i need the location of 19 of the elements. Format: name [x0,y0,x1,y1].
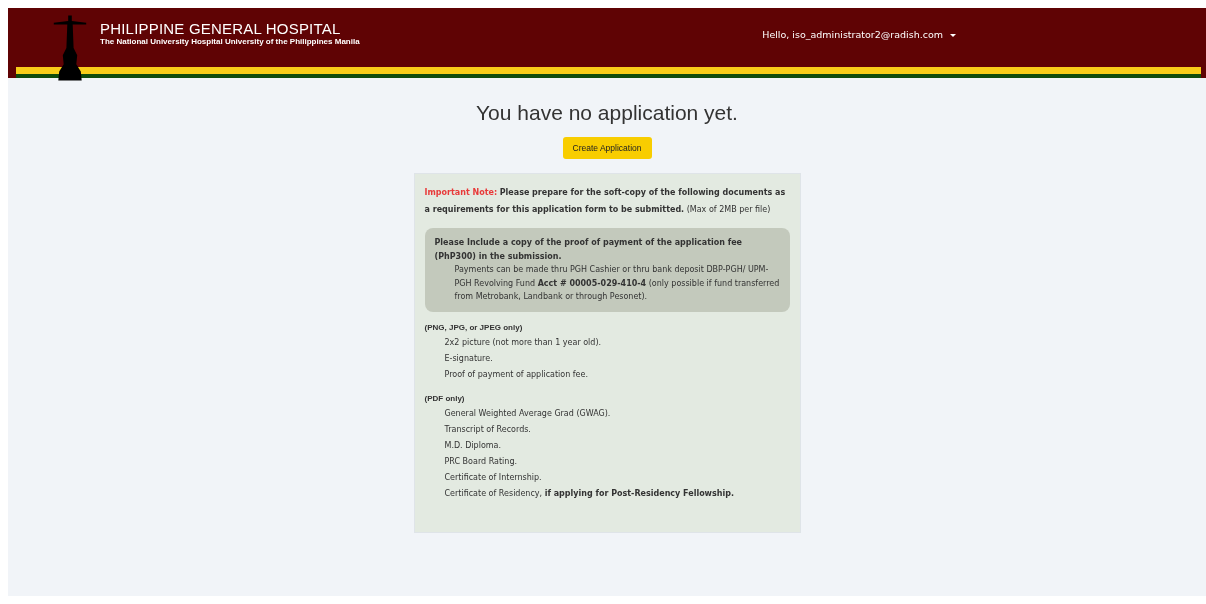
document-item: Certificate of Internship. [443,471,543,484]
document-item: 2x2 picture (not more than 1 year old). [443,336,603,349]
create-application-button[interactable]: Create Application [562,137,652,159]
document-item: Proof of payment of application fee. [443,368,589,381]
empty-state-heading: You have no application yet. [476,101,738,125]
document-item: Transcript of Records. [443,423,532,436]
payment-detail: Payments can be made thru PGH Cashier or thru bank deposit DBP-PGH/ UPM-PGH Revolving Fund Acct # 00005-029-410-4 (only possible if fund transferred from Metrobank, Landbank or through Pesonet). [453,264,780,303]
document-item: General Weighted Average Grad (GWAG). [443,407,612,420]
file-type-heading: (PNG, JPG, or JPEG only) [424,321,524,334]
hospital-subtitle: The National University Hospital University of the Philippines Manila [100,37,360,46]
hospital-title: PHILIPPINE GENERAL HOSPITAL [100,20,342,37]
user-menu[interactable]: Hello, iso_administrator2@radish.com [762,29,956,40]
payment-title: Please Include a copy of the proof of payment of the application fee (PhP300) in the submission. [434,237,744,263]
document-item: PRC Board Rating. [443,455,518,468]
important-note-text: Important Note: Please prepare for the soft-copy of the following documents as a requirements for this application form to be submitted. (Max of 2MB per file) [424,187,787,216]
file-type-heading: (PDF only) [424,392,466,405]
document-item: E-signature. [443,352,494,365]
document-item: M.D. Diploma. [443,439,502,452]
document-item: Certificate of Residency, if applying for Post-Residency Fellowship. [443,487,735,500]
